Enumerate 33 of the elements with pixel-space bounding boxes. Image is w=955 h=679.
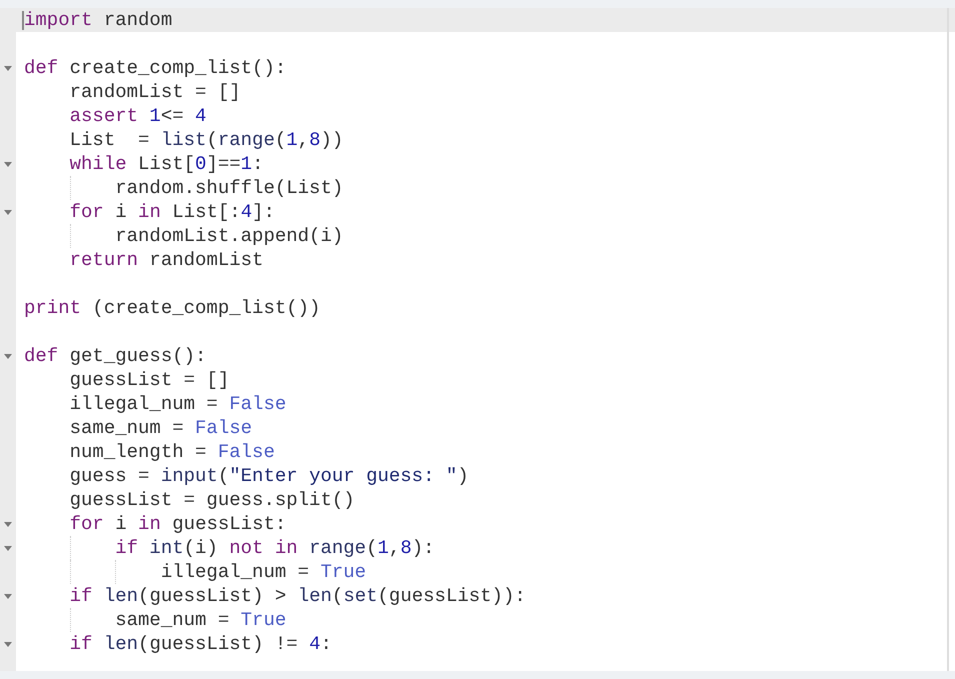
fold-icon[interactable] — [4, 642, 12, 646]
fold-icon[interactable] — [4, 210, 12, 214]
code-line: def create_comp_list(): — [24, 56, 286, 80]
code-line: return randomList — [68, 248, 264, 272]
code-line: guessList = [] — [68, 368, 230, 392]
code-line: guessList = guess.split() — [68, 488, 355, 512]
code-line: same_num = True — [114, 608, 286, 632]
code-line: while List[0]==1: — [68, 152, 264, 176]
code-line: illegal_num = False — [68, 392, 286, 416]
fold-icon[interactable] — [4, 546, 12, 550]
code-line: assert 1<= 4 — [68, 104, 206, 128]
code-line: def get_guess(): — [24, 344, 206, 368]
code-line: if len(guessList) != 4: — [68, 632, 332, 656]
code-line: for i in List[:4]: — [68, 200, 275, 224]
code-line: num_length = False — [68, 440, 275, 464]
code-line: guess = input("Enter your guess: ") — [68, 464, 469, 488]
fold-icon[interactable] — [4, 522, 12, 526]
fold-icon[interactable] — [4, 354, 12, 358]
fold-icon[interactable] — [4, 162, 12, 166]
fold-icon[interactable] — [4, 594, 12, 598]
code-line: print (create_comp_list()) — [24, 296, 320, 320]
code-line: randomList.append(i) — [114, 224, 344, 248]
fold-icon[interactable] — [4, 66, 12, 70]
text-cursor — [22, 11, 24, 30]
code-line: if len(guessList) > len(set(guessList)): — [68, 584, 526, 608]
code-line: same_num = False — [68, 416, 252, 440]
code-line: illegal_num = True — [160, 560, 366, 584]
code-line: random.shuffle(List) — [114, 176, 344, 200]
code-line: import random — [24, 8, 172, 32]
code-line: randomList = [] — [68, 80, 241, 104]
code-line: if int(i) not in range(1,8): — [114, 536, 435, 560]
code-line: List = list(range(1,8)) — [68, 128, 344, 152]
code-line: for i in guessList: — [68, 512, 286, 536]
